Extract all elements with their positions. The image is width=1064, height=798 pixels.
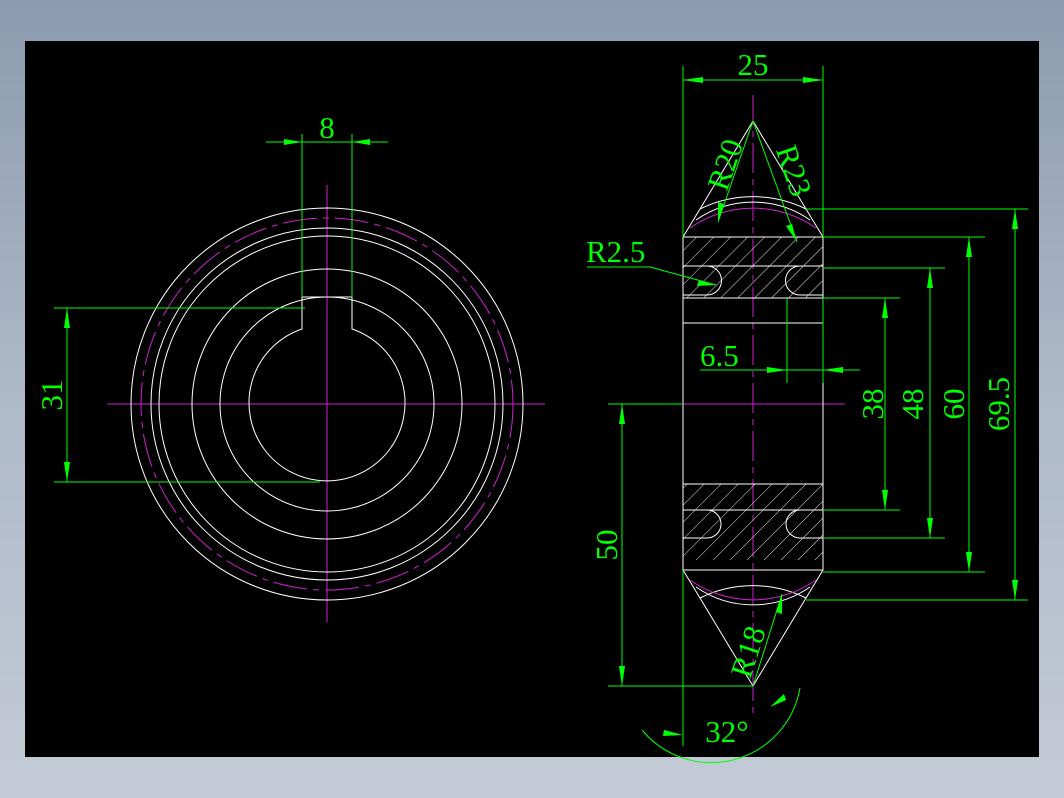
section-view: 25 R20 R23 R2.5 6.5 38 48 60 69.5 50 R18… — [586, 47, 1028, 764]
dim-width-label: 25 — [738, 47, 769, 82]
dim-r18: R18 — [723, 593, 783, 687]
dim-38-label: 38 — [855, 389, 890, 420]
dim-6-5: 6.5 — [700, 298, 860, 383]
dim-69-5-label: 69.5 — [981, 377, 1016, 431]
lower-hatch — [683, 484, 823, 560]
dim-key-depth-label: 31 — [34, 380, 69, 411]
dim-r2-5-label: R2.5 — [586, 234, 645, 269]
dim-key-width-label: 8 — [319, 110, 335, 145]
front-view: 8 31 — [34, 110, 545, 622]
dim-r18-label: R18 — [723, 622, 772, 682]
upper-hatch — [683, 237, 823, 298]
dim-50-label: 50 — [589, 530, 624, 561]
dim-6-5-label: 6.5 — [700, 338, 739, 373]
dim-60-label: 60 — [936, 389, 971, 420]
cad-drawing-canvas[interactable]: 8 31 25 R20 R23 R2.5 6.5 38 48 60 69.5 5… — [25, 41, 1039, 764]
dim-r23-label: R23 — [769, 140, 819, 200]
dim-r20: R20 — [700, 120, 754, 223]
dim-angle: 32° — [641, 570, 801, 764]
dim-key-depth: 31 — [34, 307, 320, 483]
drawing-svg: 8 31 25 R20 R23 R2.5 6.5 38 48 60 69.5 5… — [34, 47, 1028, 764]
dim-angle-label: 32° — [705, 714, 748, 749]
dim-r20-label: R20 — [700, 134, 750, 194]
dim-48-label: 48 — [895, 389, 930, 420]
